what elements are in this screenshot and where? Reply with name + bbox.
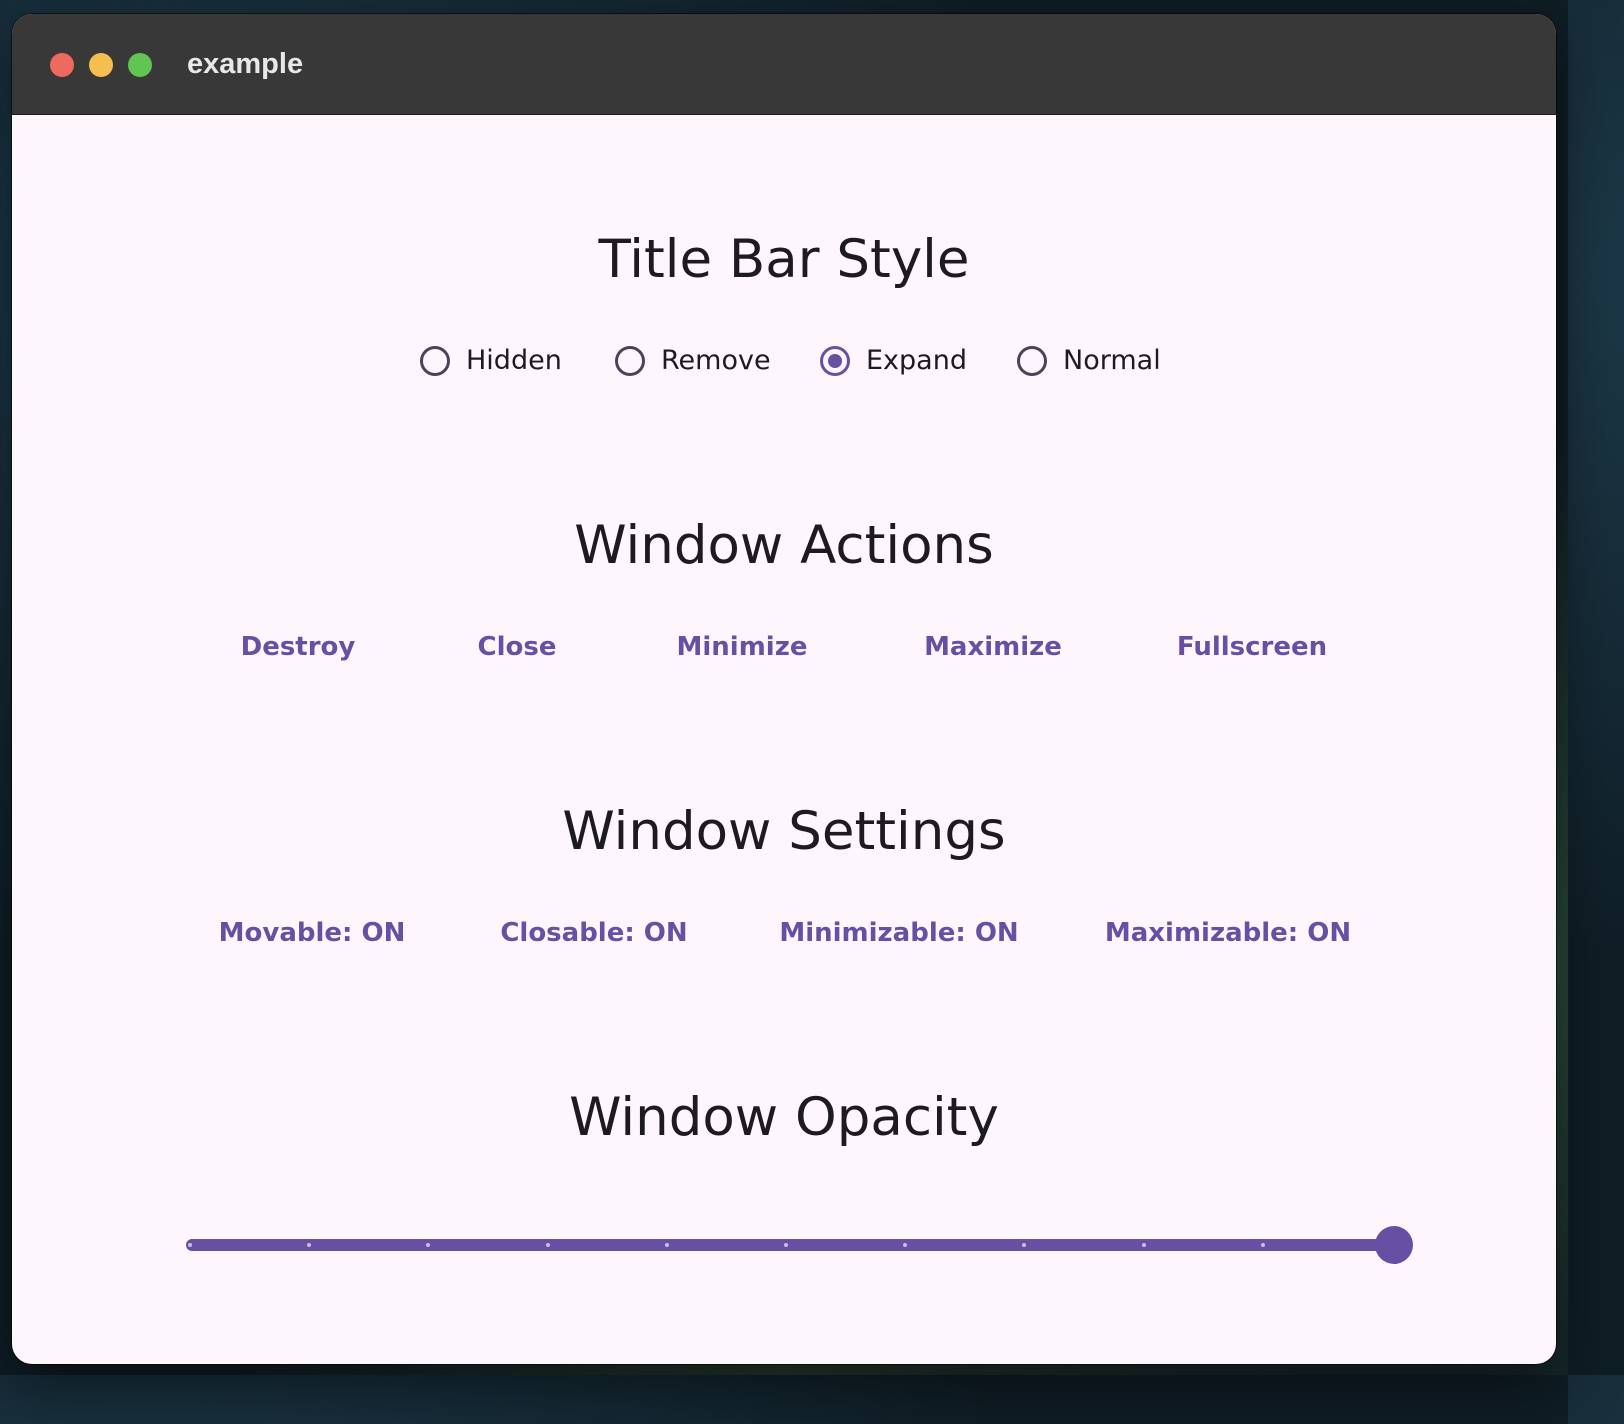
destroy-button[interactable]: Destroy	[241, 625, 356, 669]
window-opacity-heading: Window Opacity	[569, 1087, 999, 1148]
slider-tick	[1260, 1243, 1265, 1247]
radio-button-icon[interactable]	[420, 346, 450, 376]
radio-button-icon[interactable]	[1017, 346, 1047, 376]
maximizable-toggle-button[interactable]: Maximizable: ON	[1105, 911, 1351, 955]
window-title: example	[187, 48, 304, 80]
window-actions-buttons: Destroy Close Minimize Maximize Fullscre…	[12, 625, 1556, 669]
closable-toggle-button[interactable]: Closable: ON	[500, 911, 687, 955]
window-actions-heading: Window Actions	[574, 515, 994, 576]
slider-tick	[188, 1243, 192, 1247]
maximize-button[interactable]: Maximize	[924, 625, 1062, 669]
opacity-slider[interactable]	[184, 1225, 1413, 1265]
close-button[interactable]: Close	[478, 625, 557, 669]
slider-tick	[784, 1243, 788, 1247]
window-settings-heading: Window Settings	[562, 801, 1006, 862]
radio-label: Expand	[866, 345, 967, 376]
radio-button-selected-icon[interactable]	[820, 346, 850, 376]
radio-remove[interactable]: Remove	[615, 341, 771, 381]
app-window: example Title Bar Style Hidden Remove Ex…	[12, 14, 1556, 1364]
radio-expand[interactable]: Expand	[820, 341, 967, 381]
minimize-window-icon[interactable]	[89, 53, 113, 77]
radio-label: Remove	[661, 345, 771, 376]
slider-tick	[664, 1243, 669, 1247]
slider-thumb[interactable]	[1375, 1226, 1413, 1264]
title-bar-style-heading: Title Bar Style	[598, 229, 970, 290]
maximize-window-icon[interactable]	[128, 53, 152, 77]
minimize-button[interactable]: Minimize	[677, 625, 808, 669]
slider-tick	[545, 1243, 550, 1247]
movable-toggle-button[interactable]: Movable: ON	[219, 911, 406, 955]
radio-button-icon[interactable]	[615, 346, 645, 376]
window-settings-buttons: Movable: ON Closable: ON Minimizable: ON…	[12, 911, 1556, 955]
close-window-icon[interactable]	[50, 53, 74, 77]
title-bar[interactable]: example	[12, 14, 1556, 115]
slider-tick	[1141, 1243, 1146, 1247]
radio-label: Hidden	[466, 345, 562, 376]
title-bar-style-radio-group: Hidden Remove Expand Normal	[12, 341, 1556, 381]
radio-hidden[interactable]: Hidden	[420, 341, 562, 381]
main-content: Title Bar Style Hidden Remove Expand Nor…	[12, 115, 1556, 1364]
minimizable-toggle-button[interactable]: Minimizable: ON	[779, 911, 1018, 955]
fullscreen-button[interactable]: Fullscreen	[1177, 625, 1327, 669]
radio-normal[interactable]: Normal	[1017, 341, 1161, 381]
radio-label: Normal	[1063, 345, 1161, 376]
